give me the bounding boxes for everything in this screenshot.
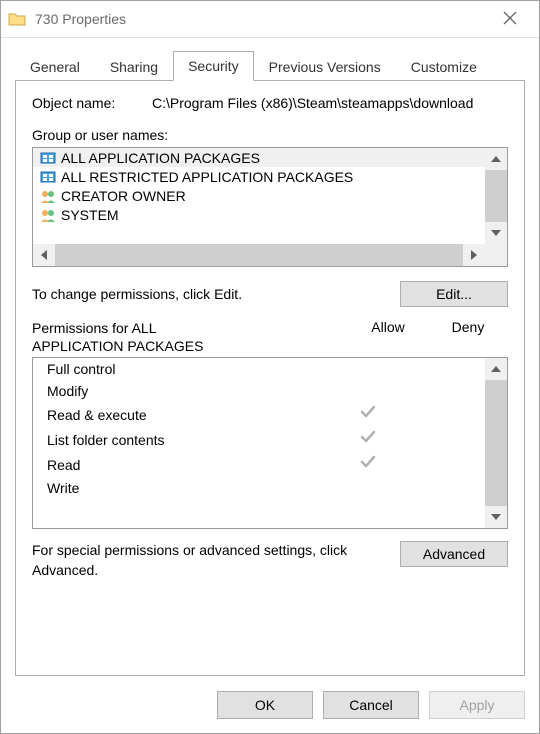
perm-name: Read & execute (47, 407, 329, 423)
perm-row: Read (33, 452, 485, 477)
perm-row: Modify (33, 380, 485, 402)
properties-dialog: 730 Properties General Sharing Security … (0, 0, 540, 734)
check-icon (360, 455, 376, 469)
cancel-button[interactable]: Cancel (323, 691, 419, 719)
close-icon[interactable] (487, 11, 533, 28)
scroll-up-icon[interactable] (485, 358, 507, 380)
tabstrip: General Sharing Security Previous Versio… (15, 50, 525, 80)
perm-row: List folder contents (33, 427, 485, 452)
people-icon (39, 188, 57, 204)
user-listbox[interactable]: ALL APPLICATION PACKAGES ALL RESTRICTED … (32, 147, 508, 267)
object-name-value: C:\Program Files (x86)\Steam\steamapps\d… (152, 95, 508, 111)
scroll-thumb[interactable] (55, 244, 463, 266)
edit-hint-row: To change permissions, click Edit. Edit.… (32, 281, 508, 307)
titlebar: 730 Properties (1, 1, 539, 38)
scroll-corner (485, 244, 507, 266)
perm-name: Write (47, 480, 329, 496)
vertical-scrollbar[interactable] (485, 358, 507, 528)
list-item-label: CREATOR OWNER (61, 188, 186, 204)
object-name-row: Object name: C:\Program Files (x86)\Stea… (32, 95, 508, 111)
list-item[interactable]: ALL APPLICATION PACKAGES (33, 148, 485, 167)
list-item[interactable]: ALL RESTRICTED APPLICATION PACKAGES (33, 167, 485, 186)
perm-name: Full control (47, 361, 329, 377)
group-names-label: Group or user names: (32, 127, 508, 143)
check-icon (360, 430, 376, 444)
perm-row: Full control (33, 358, 485, 380)
allow-column-header: Allow (348, 319, 428, 355)
perm-name: Read (47, 457, 329, 473)
list-item[interactable]: CREATOR OWNER (33, 186, 485, 205)
vertical-scrollbar[interactable] (485, 148, 507, 244)
tab-sharing[interactable]: Sharing (95, 52, 173, 81)
user-list-inner: ALL APPLICATION PACKAGES ALL RESTRICTED … (33, 148, 485, 244)
edit-hint-text: To change permissions, click Edit. (32, 286, 400, 302)
deny-column-header: Deny (428, 319, 508, 355)
scroll-thumb[interactable] (485, 170, 507, 222)
package-icon (39, 150, 57, 166)
scroll-right-icon[interactable] (463, 244, 485, 266)
list-item-label: SYSTEM (61, 207, 119, 223)
perm-allow-check (329, 405, 407, 424)
window-title: 730 Properties (35, 11, 487, 27)
scroll-left-icon[interactable] (33, 244, 55, 266)
list-item-label: ALL RESTRICTED APPLICATION PACKAGES (61, 169, 353, 185)
tab-customize[interactable]: Customize (396, 52, 492, 81)
perm-name: List folder contents (47, 432, 329, 448)
tab-general[interactable]: General (15, 52, 95, 81)
scroll-down-icon[interactable] (485, 222, 507, 244)
perm-title-line2: APPLICATION PACKAGES (32, 338, 203, 354)
dialog-footer: OK Cancel Apply (1, 676, 539, 733)
permissions-inner: Full control Modify Read & execute (33, 358, 485, 528)
scroll-thumb[interactable] (485, 380, 507, 506)
tab-panel-security: Object name: C:\Program Files (x86)\Stea… (15, 80, 525, 676)
perm-title-line1: Permissions for ALL (32, 320, 157, 336)
scroll-up-icon[interactable] (485, 148, 507, 170)
list-item-label: ALL APPLICATION PACKAGES (61, 150, 260, 166)
permissions-for-label: Permissions for ALL APPLICATION PACKAGES (32, 319, 348, 355)
permissions-listbox[interactable]: Full control Modify Read & execute (32, 357, 508, 529)
horizontal-scrollbar[interactable] (33, 244, 507, 266)
ok-button[interactable]: OK (217, 691, 313, 719)
folder-icon (7, 9, 27, 29)
apply-button[interactable]: Apply (429, 691, 525, 719)
dialog-body: General Sharing Security Previous Versio… (1, 38, 539, 676)
check-icon (360, 405, 376, 419)
advanced-hint-text: For special permissions or advanced sett… (32, 541, 400, 580)
perm-row: Write (33, 477, 485, 499)
scroll-down-icon[interactable] (485, 506, 507, 528)
package-icon (39, 169, 57, 185)
advanced-hint-row: For special permissions or advanced sett… (32, 541, 508, 580)
tab-security[interactable]: Security (173, 51, 254, 81)
perm-name: Modify (47, 383, 329, 399)
perm-allow-check (329, 455, 407, 474)
perm-row: Read & execute (33, 402, 485, 427)
tab-previous-versions[interactable]: Previous Versions (254, 52, 396, 81)
perm-allow-check (329, 430, 407, 449)
advanced-button[interactable]: Advanced (400, 541, 508, 567)
list-item[interactable]: SYSTEM (33, 205, 485, 224)
object-name-label: Object name: (32, 95, 152, 111)
people-icon (39, 207, 57, 223)
permissions-header: Permissions for ALL APPLICATION PACKAGES… (32, 319, 508, 355)
edit-button[interactable]: Edit... (400, 281, 508, 307)
